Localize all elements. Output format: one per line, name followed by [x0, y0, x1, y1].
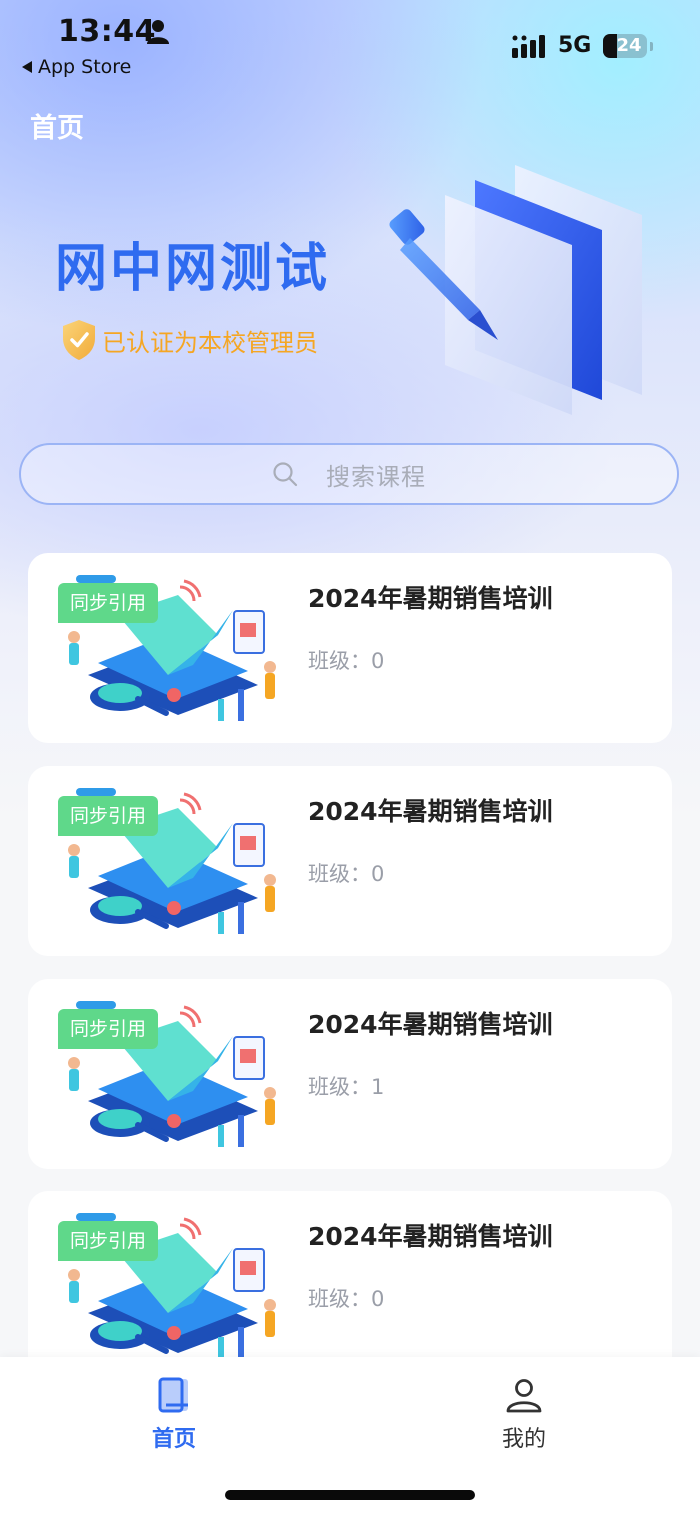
sync-reference-badge: 同步引用 — [58, 1221, 159, 1261]
tab-mine-label: 我的 — [501, 1427, 546, 1452]
course-title: 2024年暑期销售培训 — [308, 1010, 553, 1039]
sync-reference-badge: 同步引用 — [58, 796, 159, 836]
battery-icon: 24 — [603, 34, 647, 58]
user-icon — [506, 1379, 542, 1413]
course-card[interactable]: 同步引用 2024年暑期销售培训班级：0 — [28, 766, 672, 956]
status-bar: 13:44 App Store 5G 24 — [0, 0, 700, 90]
course-card[interactable]: 同步引用 2024年暑期销售培训班级：0 — [28, 1191, 672, 1381]
shield-check-icon — [63, 320, 95, 360]
battery-level: 24 — [616, 35, 642, 56]
certification-text: 已认证为本校管理员 — [102, 328, 318, 357]
search-placeholder: 搜索课程 — [326, 462, 426, 491]
book-icon — [158, 1377, 188, 1413]
network-type: 5G — [558, 33, 592, 58]
course-class-count: 班级：0 — [308, 649, 385, 673]
course-title: 2024年暑期销售培训 — [308, 1222, 553, 1251]
course-class-count: 班级：0 — [308, 1287, 385, 1311]
course-class-count: 班级：1 — [308, 1075, 385, 1099]
course-title: 2024年暑期销售培训 — [308, 797, 553, 826]
course-card[interactable]: 同步引用 2024年暑期销售培训班级：1 — [28, 979, 672, 1169]
sync-reference-badge: 同步引用 — [58, 583, 159, 623]
back-arrow-icon — [22, 61, 32, 73]
back-app-label: App Store — [38, 56, 132, 78]
sync-reference-badge: 同步引用 — [58, 1009, 159, 1049]
certification-row: 已认证为本校管理员 — [60, 318, 318, 362]
course-card[interactable]: 同步引用 2024年暑期销售培训班级：0 — [28, 553, 672, 743]
person-icon — [147, 20, 169, 44]
school-name: 网中网测试 — [55, 239, 331, 299]
page-title: 首页 — [30, 113, 84, 144]
battery-cap — [650, 42, 653, 51]
home-indicator — [225, 1490, 475, 1500]
tab-mine[interactable]: 我的 — [449, 1375, 599, 1465]
course-class-count: 班级：0 — [308, 862, 385, 886]
tab-home[interactable]: 首页 — [99, 1375, 249, 1465]
document-pen-illustration — [389, 165, 642, 415]
course-title: 2024年暑期销售培训 — [308, 584, 553, 613]
status-time: 13:44 — [58, 14, 156, 49]
search-icon — [273, 462, 298, 487]
tab-home-label: 首页 — [151, 1427, 196, 1452]
signal-icon — [512, 35, 545, 58]
back-to-app-button[interactable]: App Store — [22, 56, 131, 78]
search-input[interactable]: 搜索课程 — [19, 443, 679, 505]
